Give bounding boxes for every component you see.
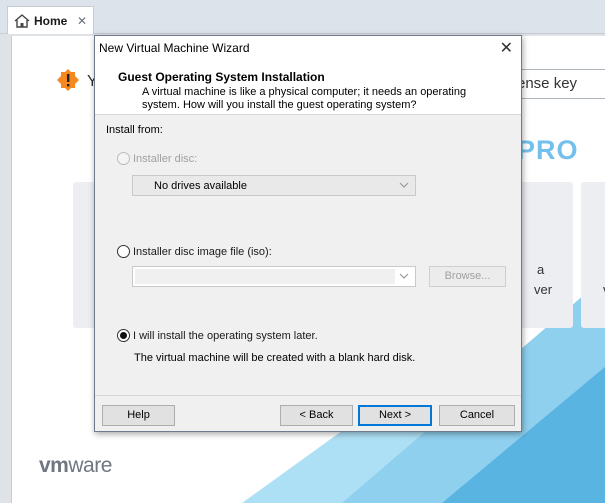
home-card-open[interactable]: v xyxy=(581,182,605,328)
card-text-fragment: a xyxy=(537,262,545,277)
install-later-option[interactable]: I will install the operating system late… xyxy=(117,329,318,342)
tab-home-label: Home xyxy=(34,13,68,28)
iso-radio[interactable] xyxy=(117,245,130,258)
cancel-button[interactable]: Cancel xyxy=(439,405,515,426)
tab-strip: Home ✕ xyxy=(0,0,605,34)
new-vm-wizard-dialog: New Virtual Machine Wizard ✕ Guest Opera… xyxy=(94,35,522,432)
install-later-label: I will install the operating system late… xyxy=(133,329,318,342)
installer-disc-option: Installer disc: xyxy=(117,152,197,165)
install-from-label: Install from: xyxy=(106,124,163,136)
iso-path-combobox[interactable] xyxy=(132,266,416,287)
iso-label: Installer disc image file (iso): xyxy=(133,245,272,258)
step-description: A virtual machine is like a physical com… xyxy=(142,86,467,111)
dialog-title: New Virtual Machine Wizard xyxy=(99,41,250,55)
next-button[interactable]: Next > xyxy=(358,405,432,426)
step-title: Guest Operating System Installation xyxy=(118,70,325,84)
disc-drive-select: No drives available xyxy=(132,175,416,196)
footer-divider xyxy=(95,395,521,396)
dialog-close-icon[interactable]: ✕ xyxy=(500,38,513,58)
disc-drive-value: No drives available xyxy=(154,180,247,192)
chevron-down-icon xyxy=(399,182,409,188)
card-text-fragment: ver xyxy=(534,282,553,297)
logo-ware: ware xyxy=(68,454,112,477)
logo-vm: vm xyxy=(39,454,69,477)
install-later-radio[interactable] xyxy=(117,329,130,342)
back-button[interactable]: < Back xyxy=(280,405,353,426)
installer-disc-label: Installer disc: xyxy=(133,152,198,165)
warning-icon xyxy=(57,69,79,91)
install-later-description: The virtual machine will be created with… xyxy=(134,352,416,364)
iso-path-field[interactable] xyxy=(135,269,395,284)
dialog-header: Guest Operating System Installation A vi… xyxy=(95,60,521,115)
home-icon xyxy=(14,13,30,28)
browse-button[interactable]: Browse... xyxy=(429,266,506,287)
chevron-down-icon[interactable] xyxy=(399,271,409,281)
vmware-logo: vmware xyxy=(39,454,112,478)
iso-option[interactable]: Installer disc image file (iso): xyxy=(117,245,272,258)
help-button[interactable]: Help xyxy=(102,405,175,426)
pro-branding: PRO xyxy=(517,135,579,165)
tab-close-icon[interactable]: ✕ xyxy=(77,15,87,27)
dialog-titlebar[interactable]: New Virtual Machine Wizard ✕ xyxy=(95,36,521,60)
installer-disc-radio xyxy=(117,152,130,165)
tab-home[interactable]: Home ✕ xyxy=(7,6,94,34)
